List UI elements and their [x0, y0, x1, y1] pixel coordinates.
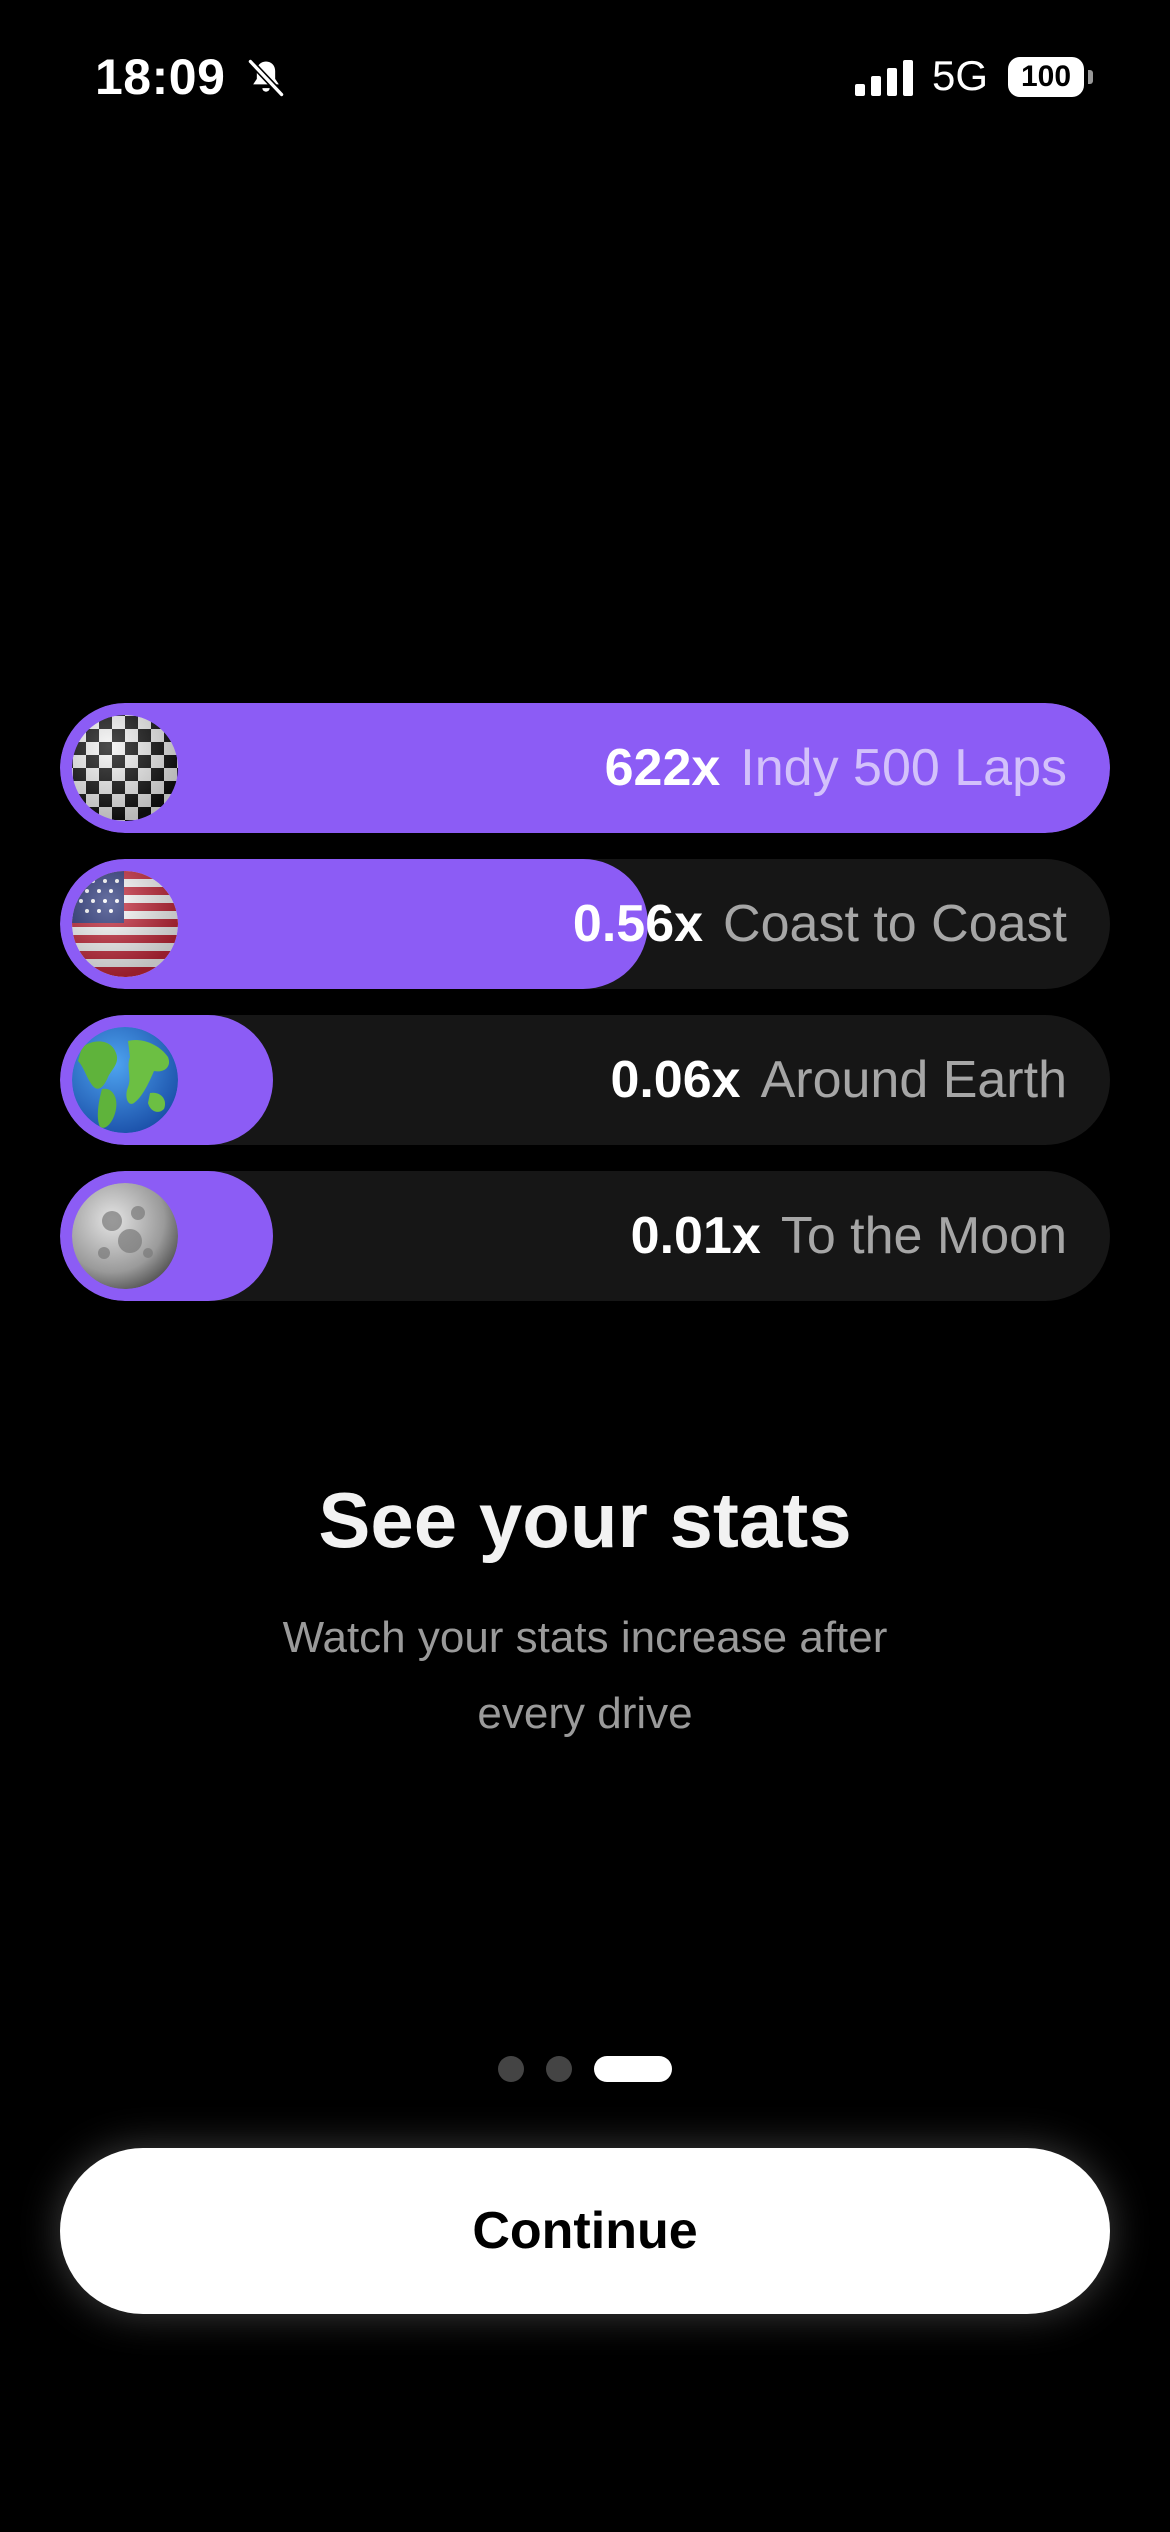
- status-bar: 18:09 5G 100: [0, 0, 1170, 150]
- stat-value: 622x: [604, 739, 721, 797]
- continue-button[interactable]: Continue: [60, 2148, 1110, 2314]
- cellular-signal-icon: [855, 60, 913, 96]
- stat-row-coast: 0.56x Coast to Coast: [60, 859, 1110, 989]
- page-dot[interactable]: [498, 2056, 524, 2082]
- stat-row-moon: 0.01x To the Moon: [60, 1171, 1110, 1301]
- page-indicator: [0, 2055, 1170, 2083]
- stat-value: 0.56x: [572, 895, 704, 953]
- stat-value: 0.06x: [610, 1051, 741, 1109]
- stat-row-indy: 622x Indy 500 Laps: [60, 703, 1110, 833]
- checkered-flag-icon: [72, 715, 178, 821]
- battery-level: 100: [1020, 60, 1072, 93]
- stat-label: To the Moon: [780, 1207, 1067, 1265]
- stats-list: 622x Indy 500 Laps 0.56x Coast to Coast …: [60, 703, 1110, 1327]
- moon-icon: [72, 1183, 178, 1289]
- page-dot[interactable]: [546, 2056, 572, 2082]
- bell-slash-icon: [248, 59, 284, 97]
- page-subtitle: Watch your stats increase after every dr…: [282, 1613, 888, 1738]
- page-dot-active[interactable]: [594, 2056, 672, 2082]
- us-flag-icon: [72, 871, 178, 977]
- page-title: See your stats: [318, 1476, 852, 1564]
- earth-globe-icon: [72, 1027, 178, 1133]
- network-type: 5G: [932, 52, 989, 99]
- stat-label: Coast to Coast: [723, 895, 1067, 953]
- stat-row-earth: 0.06x Around Earth: [60, 1015, 1110, 1145]
- stat-label: Around Earth: [760, 1051, 1067, 1109]
- status-time: 18:09: [95, 49, 226, 105]
- stat-value: 0.01x: [630, 1207, 761, 1265]
- stat-label: Indy 500 Laps: [740, 739, 1067, 797]
- battery-icon: 100: [1008, 57, 1093, 97]
